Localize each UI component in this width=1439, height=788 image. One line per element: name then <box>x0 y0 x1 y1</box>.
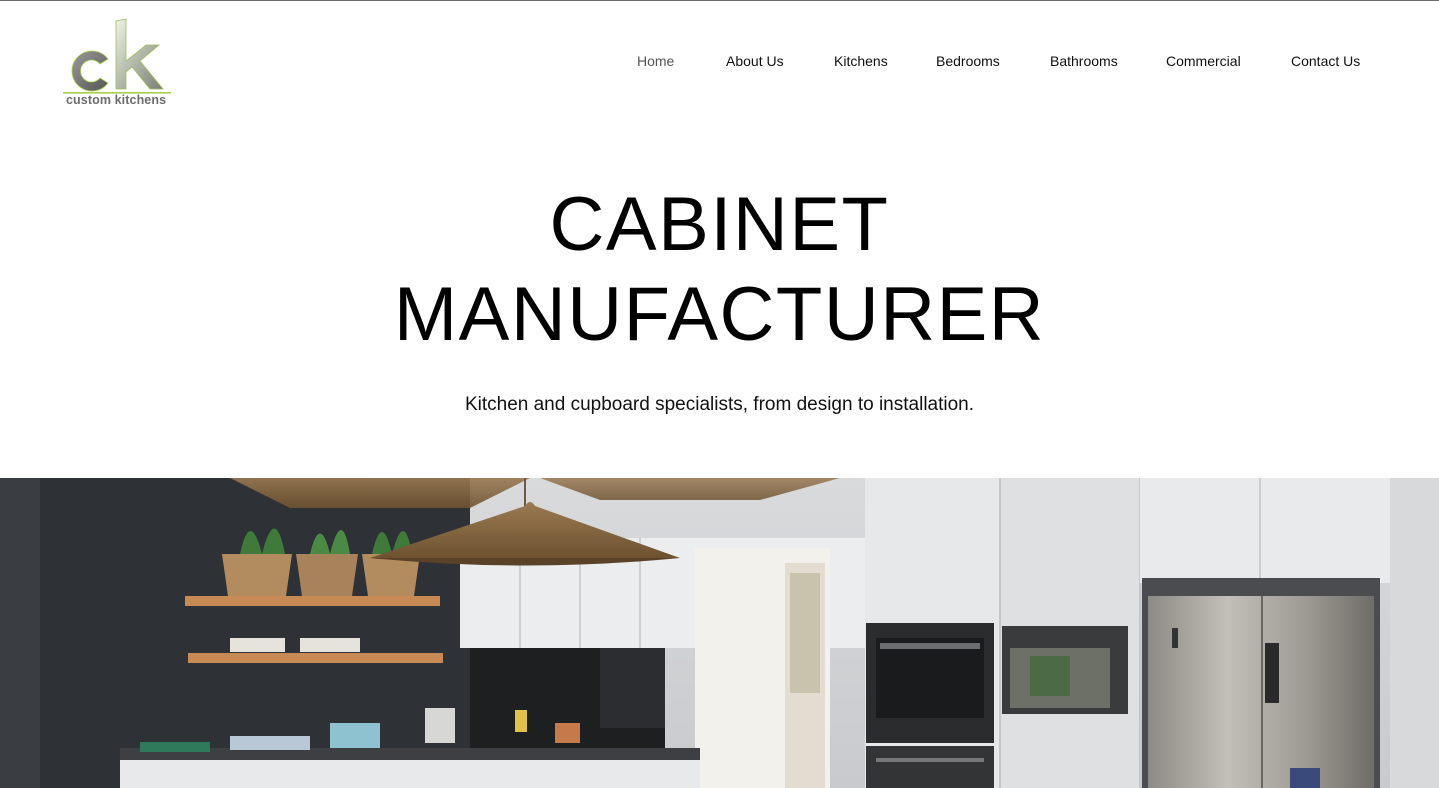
hero: CABINET MANUFACTURER Kitchen and cupboar… <box>0 180 1439 416</box>
kitchen-photo-illustration <box>0 478 1439 788</box>
nav-commercial[interactable]: Commercial <box>1166 51 1241 71</box>
nav-home[interactable]: Home <box>637 51 674 71</box>
hero-title-line-2: MANUFACTURER <box>393 272 1046 357</box>
nav-contact-us[interactable]: Contact Us <box>1291 51 1360 71</box>
kitchen-hero-image <box>0 478 1439 788</box>
nav-about-us[interactable]: About Us <box>726 51 784 71</box>
hero-title: CABINET MANUFACTURER <box>0 180 1439 360</box>
nav-kitchens[interactable]: Kitchens <box>834 51 888 71</box>
hero-subtitle: Kitchen and cupboard specialists, from d… <box>464 394 975 415</box>
hero-title-line-1: CABINET <box>549 182 890 267</box>
nav-bedrooms[interactable]: Bedrooms <box>936 51 1000 71</box>
site-header: custom kitchens Home About Us Kitchens B… <box>0 1 1439 119</box>
nav-bathrooms[interactable]: Bathrooms <box>1050 51 1118 71</box>
main-nav: Home About Us Kitchens Bedrooms Bathroom… <box>0 51 1439 71</box>
logo-caption: custom kitchens <box>66 93 167 107</box>
